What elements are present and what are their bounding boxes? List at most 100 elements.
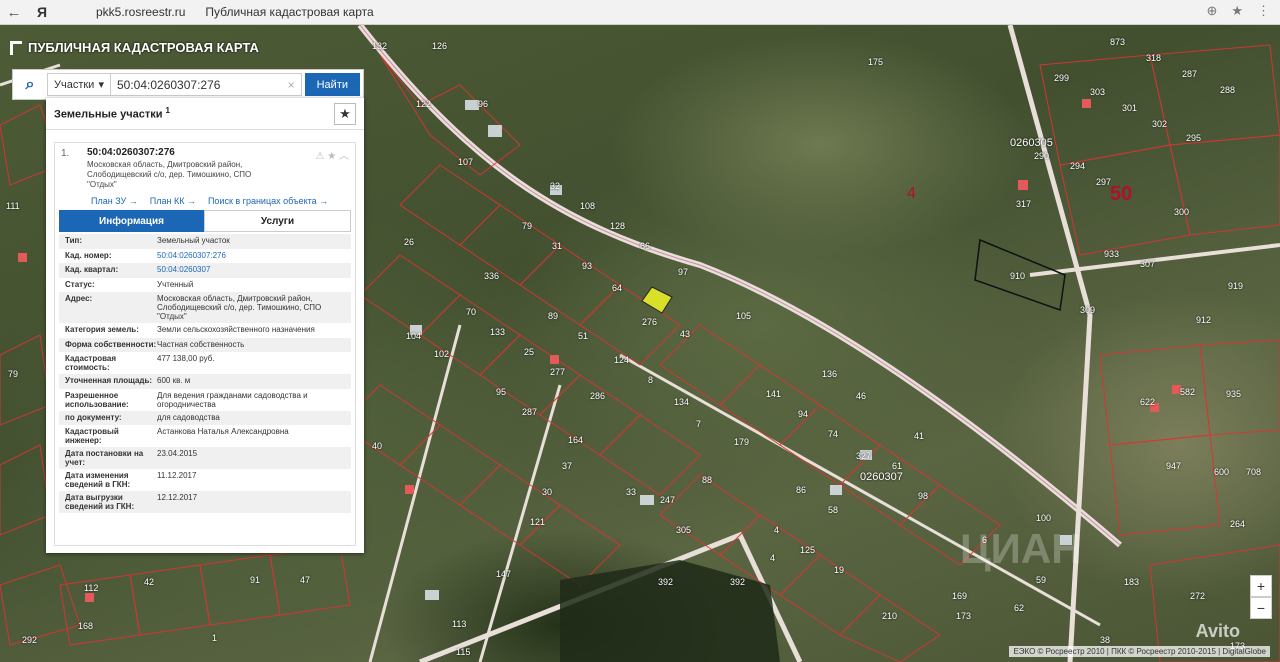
parcel-label[interactable]: 89	[548, 311, 558, 321]
parcel-label[interactable]: 933	[1104, 249, 1119, 259]
clear-icon[interactable]: ×	[288, 78, 295, 92]
parcel-label[interactable]: 336	[484, 271, 499, 281]
parcel-label[interactable]: 100	[1036, 513, 1051, 523]
parcel-label[interactable]: 1	[212, 633, 217, 643]
parcel-label[interactable]: 102	[434, 349, 449, 359]
search-type-select[interactable]: Участки ▾	[47, 73, 111, 96]
parcel-label[interactable]: 305	[676, 525, 691, 535]
parcel-label[interactable]: 392	[730, 577, 745, 587]
parcel-label[interactable]: 98	[918, 491, 928, 501]
parcel-label[interactable]: 272	[1190, 591, 1205, 601]
parcel-cadnum[interactable]: 50:04:0260307:276	[87, 147, 349, 158]
parcel-label[interactable]: 175	[868, 57, 883, 67]
parcel-label[interactable]: 164	[568, 435, 583, 445]
parcel-label[interactable]: 309	[1080, 305, 1095, 315]
parcel-label[interactable]: 276	[642, 317, 657, 327]
address-bar[interactable]: pkk5.rosreestr.ru Публичная кадастровая …	[96, 5, 374, 19]
parcel-label[interactable]: 299	[1054, 73, 1069, 83]
parcel-label[interactable]: 288	[1220, 85, 1235, 95]
warning-icon[interactable]: ⚠	[316, 151, 325, 162]
parcel-label[interactable]: 910	[1010, 271, 1025, 281]
parcel-label[interactable]: 935	[1226, 389, 1241, 399]
star-icon[interactable]: ★	[1231, 3, 1243, 19]
parcel-label[interactable]: 95	[496, 387, 506, 397]
back-button[interactable]: ←	[0, 4, 28, 21]
parcel-label[interactable]: 297	[1096, 177, 1111, 187]
parcel-label[interactable]: 124	[614, 355, 629, 365]
parcel-label[interactable]: 61	[892, 461, 902, 471]
parcel-label[interactable]: 42	[144, 577, 154, 587]
parcel-label[interactable]: 113	[452, 619, 466, 629]
parcel-label[interactable]: 47	[300, 575, 310, 585]
parcel-label[interactable]: 300	[1174, 207, 1189, 217]
parcel-label[interactable]: 105	[736, 311, 751, 321]
menu-icon[interactable]: ⋮	[1257, 3, 1270, 19]
search-button[interactable]: Найти	[304, 73, 360, 96]
parcel-label[interactable]: 59	[1036, 575, 1046, 585]
parcel-label[interactable]: 86	[796, 485, 806, 495]
parcel-label[interactable]: 43	[680, 329, 690, 339]
parcel-label[interactable]: 91	[250, 575, 260, 585]
parcel-label[interactable]: 41	[914, 431, 924, 441]
parcel-label[interactable]: 141	[766, 389, 781, 399]
parcel-label[interactable]: 121	[530, 517, 545, 527]
parcel-label[interactable]: 247	[660, 495, 675, 505]
parcel-label[interactable]: 582	[1180, 387, 1195, 397]
parcel-label[interactable]: 97	[678, 267, 688, 277]
parcel-label[interactable]: 94	[798, 409, 808, 419]
collapse-icon[interactable]: ︿	[339, 151, 349, 162]
parcel-label[interactable]: 25	[524, 347, 534, 357]
parcel-label[interactable]: 38	[1100, 635, 1110, 645]
parcel-label[interactable]: 317	[1016, 199, 1031, 209]
parcel-label[interactable]: 600	[1214, 467, 1229, 477]
parcel-label[interactable]: 277	[550, 367, 565, 377]
parcel-label[interactable]: 4	[770, 553, 775, 563]
zoom-out-button[interactable]: −	[1250, 597, 1272, 619]
yandex-logo[interactable]: Я	[28, 4, 56, 20]
parcel-label[interactable]: 136	[822, 369, 837, 379]
parcel-label[interactable]: 287	[1182, 69, 1197, 79]
parcel-label[interactable]: 295	[1186, 133, 1201, 143]
parcel-label[interactable]: 107	[458, 157, 473, 167]
parcel-label[interactable]: 286	[590, 391, 605, 401]
parcel-label[interactable]: 58	[828, 505, 838, 515]
parcel-label[interactable]: 128	[610, 221, 625, 231]
parcel-label[interactable]: 4	[774, 525, 779, 535]
parcel-label[interactable]: 31	[552, 241, 562, 251]
parcel-label[interactable]: 169	[952, 591, 967, 601]
parcel-label[interactable]: 112	[84, 583, 98, 593]
parcel-label[interactable]: 79	[522, 221, 532, 231]
parcel-label[interactable]: 62	[1014, 603, 1024, 613]
parcel-label[interactable]: 392	[658, 577, 673, 587]
parcel-label[interactable]: 115	[456, 647, 470, 657]
search-in-bounds-link[interactable]: Поиск в границах объекта →	[208, 196, 328, 206]
translate-icon[interactable]: ⊕	[1206, 3, 1217, 19]
parcel-label[interactable]: 96	[478, 99, 488, 109]
parcel-label[interactable]: 173	[956, 611, 971, 621]
favorites-button[interactable]: ★	[334, 102, 356, 125]
parcel-label[interactable]: 26	[404, 237, 414, 247]
parcel-label[interactable]: 264	[1230, 519, 1245, 529]
parcel-label[interactable]: 318	[1146, 53, 1161, 63]
parcel-label[interactable]: 40	[372, 441, 382, 451]
parcel-label[interactable]: 104	[406, 331, 421, 341]
tab-services[interactable]: Услуги	[204, 210, 351, 232]
star-icon[interactable]: ★	[327, 151, 336, 162]
search-input[interactable]: 50:04:0260307:276 ×	[111, 73, 302, 96]
parcel-label[interactable]: 122	[416, 99, 431, 109]
parcel-label[interactable]: 74	[828, 429, 838, 439]
parcel-label[interactable]: 919	[1228, 281, 1243, 291]
parcel-label[interactable]: 125	[800, 545, 815, 555]
search-icon[interactable]: ⌕	[13, 70, 47, 99]
parcel-label[interactable]: 287	[522, 407, 537, 417]
parcel-label[interactable]: 303	[1090, 87, 1105, 97]
parcel-label[interactable]: 947	[1166, 461, 1181, 471]
parcel-label[interactable]: 302	[1152, 119, 1167, 129]
parcel-label[interactable]: 126	[432, 41, 447, 51]
parcel-label[interactable]: 111	[6, 201, 20, 211]
parcel-label[interactable]: 292	[22, 635, 37, 645]
parcel-label[interactable]: 19	[834, 565, 844, 575]
parcel-label[interactable]: 70	[466, 307, 476, 317]
parcel-label[interactable]: 8	[648, 375, 653, 385]
parcel-label[interactable]: 30	[542, 487, 552, 497]
